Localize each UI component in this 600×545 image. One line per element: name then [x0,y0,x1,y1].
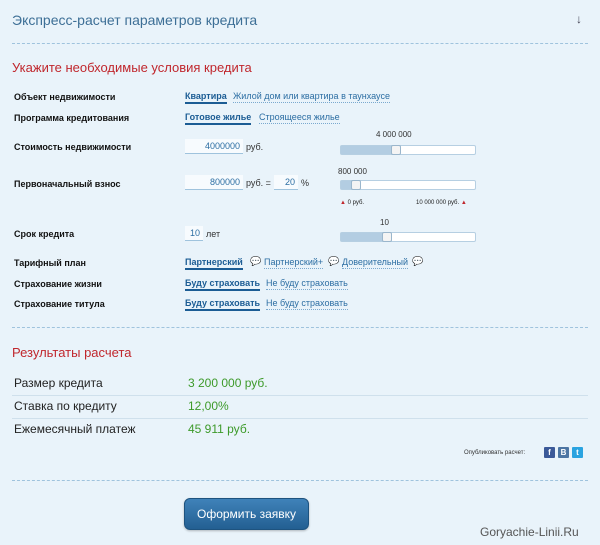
option-partner[interactable]: Партнерский [185,257,243,270]
option-house-townhouse[interactable]: Жилой дом или квартира в таунхаусе [233,91,390,103]
down-payment-unit: руб. = [246,178,271,188]
cost-label: Стоимость недвижимости [14,142,132,152]
divider [12,327,588,328]
option-title-no-insure[interactable]: Не буду страховать [266,298,348,310]
calculator-title: Экспресс-расчет параметров кредита [12,12,258,28]
row-separator [12,395,588,396]
term-unit: лет [206,229,221,239]
life-insurance-label: Страхование жизни [14,279,102,289]
down-payment-slider-value: 800 000 [338,167,367,176]
term-slider-thumb[interactable] [382,232,392,242]
down-payment-slider-thumb[interactable] [351,180,361,190]
option-ready-housing[interactable]: Готовое жилье [185,112,252,125]
percent-sign: % [301,178,310,188]
results-title: Результаты расчета [12,345,132,360]
twitter-icon[interactable]: t [572,447,583,458]
cost-slider-thumb[interactable] [391,145,401,155]
term-input[interactable] [185,226,203,241]
option-life-insure[interactable]: Буду страховать [185,278,261,291]
cost-slider[interactable] [340,145,476,155]
conditions-title: Укажите необходимые условия кредита [12,60,252,75]
property-label: Объект недвижимости [14,92,116,102]
divider [12,480,588,481]
info-bubble-icon[interactable]: 💬 [328,256,339,267]
down-payment-percent-input[interactable] [274,175,298,190]
cost-unit: руб. [246,142,264,152]
rate-label: Ставка по кредиту [14,399,117,413]
option-title-insure[interactable]: Буду страховать [185,298,261,311]
monthly-payment-value: 45 911 руб. [188,422,251,436]
option-partner-plus[interactable]: Партнерский+ [264,257,324,269]
facebook-icon[interactable]: f [544,447,555,458]
program-label: Программа кредитования [14,113,130,123]
range-min: ▲ 0 руб. [340,200,365,206]
cost-slider-value: 4 000 000 [376,130,412,139]
option-apartment[interactable]: Квартира [185,91,227,104]
info-bubble-icon[interactable]: 💬 [250,256,261,267]
term-slider[interactable] [340,232,476,242]
term-slider-fill [341,233,387,241]
option-under-construction[interactable]: Строящееся жилье [259,112,340,124]
loan-amount-label: Размер кредита [14,376,103,390]
collapse-arrow-icon[interactable]: ↓ [576,12,582,26]
info-bubble-icon[interactable]: 💬 [412,256,423,267]
divider [12,43,588,44]
term-slider-value: 10 [380,218,389,227]
triangle-up-icon: ▲ [340,200,346,206]
loan-amount-value: 3 200 000 руб. [188,376,268,390]
range-max: 10 000 000 руб. ▲ [416,200,467,206]
monthly-payment-label: Ежемесячный платеж [14,422,136,436]
publish-label: Опубликовать расчет: [464,450,526,456]
cost-slider-fill [341,146,396,154]
rate-value: 12,00% [188,399,229,413]
submit-application-button[interactable]: Оформить заявку [184,498,309,530]
triangle-up-icon: ▲ [460,200,467,206]
tariff-label: Тарифный план [14,258,86,268]
cost-input[interactable] [185,139,243,154]
term-label: Срок кредита [14,229,75,239]
option-life-no-insure[interactable]: Не буду страховать [266,278,348,290]
vkontakte-icon[interactable]: В [558,447,569,458]
down-payment-label: Первоначальный взнос [14,179,121,189]
watermark: Goryachie-Linii.Ru [480,525,579,539]
option-trust[interactable]: Доверительный [342,257,409,269]
row-separator [12,418,588,419]
title-insurance-label: Страхование титула [14,299,105,309]
down-payment-slider[interactable] [340,180,476,190]
down-payment-input[interactable] [185,175,243,190]
